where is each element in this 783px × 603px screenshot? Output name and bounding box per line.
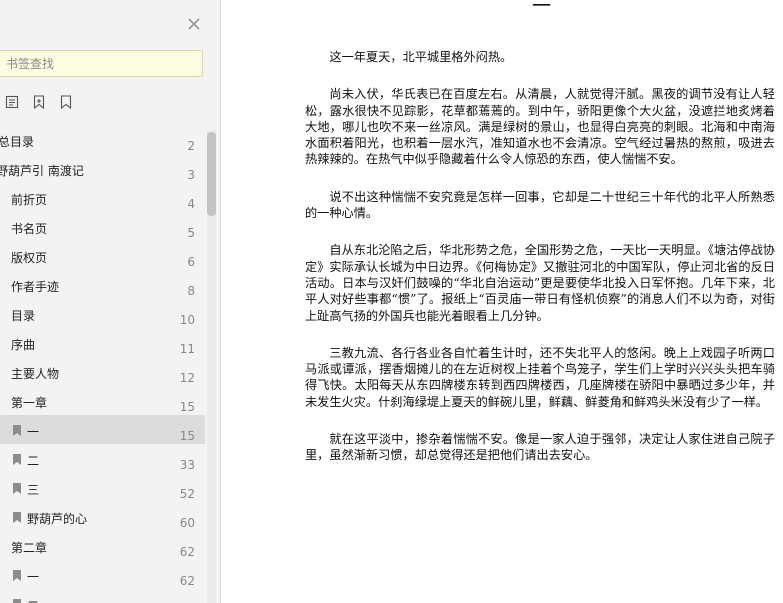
toc-item-label: 一 [27, 425, 40, 439]
toc-item-page-number: 62 [179, 574, 195, 588]
toc-item-label: 第一章 [11, 396, 48, 410]
toc-item-label: 版权页 [11, 251, 48, 265]
toc-item[interactable]: 第二章 62 [0, 531, 205, 560]
toc-item-label: 序曲 [11, 338, 36, 352]
toc-item[interactable]: 第一章 15 [0, 386, 205, 415]
toc-item[interactable]: 目录 10 [0, 299, 205, 328]
toc-item-page-number: 52 [179, 487, 195, 501]
bookmark-icon [13, 570, 21, 581]
toc-item-page-number: 11 [179, 342, 195, 356]
bookmark-icon [13, 425, 21, 436]
sidebar-scrollbar-thumb[interactable] [207, 132, 216, 216]
toc-item-page-number: 2 [187, 139, 195, 153]
bookmark-icon [13, 454, 21, 465]
toc-item-label: 书名页 [11, 222, 48, 236]
toc-item[interactable]: 一 15 [0, 415, 205, 444]
paragraph: 三教九流、各行各业各自忙着生计时，还不失北平人的悠闲。晚上上戏园子听两口马派或谭… [305, 345, 775, 409]
bookmark-icon [13, 512, 21, 523]
toc-item-label: 总目录 [0, 135, 35, 149]
toc-item-page-number: 4 [187, 197, 195, 211]
toc-item-page-number: 60 [179, 516, 195, 530]
toc-item-page-number: 10 [179, 313, 195, 327]
bookmark-list-icon[interactable] [4, 94, 20, 110]
toc-item[interactable]: 三 52 [0, 473, 205, 502]
toc-item[interactable]: 前折页 4 [0, 183, 205, 212]
toc-item-label: 一 [27, 570, 40, 584]
toc-item-label: 主要人物 [11, 367, 60, 381]
toc-item-label: 三 [27, 483, 40, 497]
toc-item[interactable]: 一 62 [0, 560, 205, 589]
toc-item[interactable]: 书名页 5 [0, 212, 205, 241]
bookmark-search-input[interactable] [0, 50, 203, 77]
paragraph: 说不出这种惴惴不安究竟是怎样一回事，它却是二十世纪三十年代的北平人所熟悉的一种心… [305, 189, 775, 221]
toc-item-page-number: 15 [179, 400, 195, 414]
close-icon[interactable] [186, 16, 202, 32]
bookmark-icon [13, 483, 21, 494]
bookmark-tree: 总目录 2 野葫芦引 南渡记 3 前折页 4 书名页 5 版权页 6 作者手迹 8 目录 10 序曲 11 主要… [0, 125, 205, 603]
toc-item-label: 第二章 [11, 541, 48, 555]
paragraph: 尚未入伏，华氏表已在百度左右。从清晨，人就觉得汗腻。黑夜的调节没有让人轻松，露水… [305, 87, 775, 167]
toc-item-label: 前折页 [11, 193, 48, 207]
toc-item-page-number: 12 [179, 371, 195, 385]
toc-item[interactable]: 野葫芦的心 60 [0, 502, 205, 531]
paragraph: 自从东北沦陷之后，华北形势之危，全国形势之危，一天比一天明显。《塘沽停战协定》实… [305, 243, 775, 323]
toc-item[interactable]: 二 33 [0, 444, 205, 473]
toc-item-label: 二 [27, 454, 40, 468]
toc-item-page-number: 5 [187, 226, 195, 240]
toc-item-page-number: 33 [179, 458, 195, 472]
bookmark-icon [13, 599, 21, 603]
toc-item[interactable]: 作者手迹 8 [0, 270, 205, 299]
chapter-heading: 一 [532, 0, 552, 17]
toc-item[interactable]: 主要人物 12 [0, 357, 205, 386]
toc-item[interactable]: 序曲 11 [0, 328, 205, 357]
toc-item-page-number: 62 [179, 545, 195, 559]
page-content: 这一年夏天，北平城里格外闷热。 尚未入伏，华氏表已在百度左右。从清晨，人就觉得汗… [305, 49, 775, 464]
toc-item[interactable]: 总目录 2 [0, 125, 205, 154]
toc-item-page-number: 6 [187, 255, 195, 269]
toc-item-label: 作者手迹 [11, 280, 60, 294]
bookmark-icon[interactable] [58, 94, 74, 110]
toc-item-page-number: 3 [187, 168, 195, 182]
bookmark-sidebar: 总目录2野葫芦引 南渡记3前折页4书名页5版权页6作者手迹8目录10序曲11主要… [0, 0, 221, 603]
toc-item[interactable]: 野葫芦引 南渡记 3 [0, 154, 205, 183]
toc-item-label: 野葫芦引 南渡记 [0, 164, 84, 178]
toc-item[interactable]: 二 [0, 589, 205, 603]
paragraph: 就在这平淡中，掺杂着惴惴不安。像是一家人迫于强邻，决定让人家住进自己院子里，虽然… [305, 432, 775, 463]
toc-item-page-number: 8 [187, 284, 195, 298]
toc-item[interactable]: 版权页 6 [0, 241, 205, 270]
toc-item-label: 野葫芦的心 [27, 512, 88, 526]
add-bookmark-icon[interactable] [31, 94, 47, 110]
toc-item-label: 二 [27, 597, 39, 603]
toc-item-label: 目录 [11, 309, 36, 323]
toc-item-page-number: 15 [179, 429, 195, 443]
paragraph: 这一年夏天，北平城里格外闷热。 [329, 50, 513, 64]
